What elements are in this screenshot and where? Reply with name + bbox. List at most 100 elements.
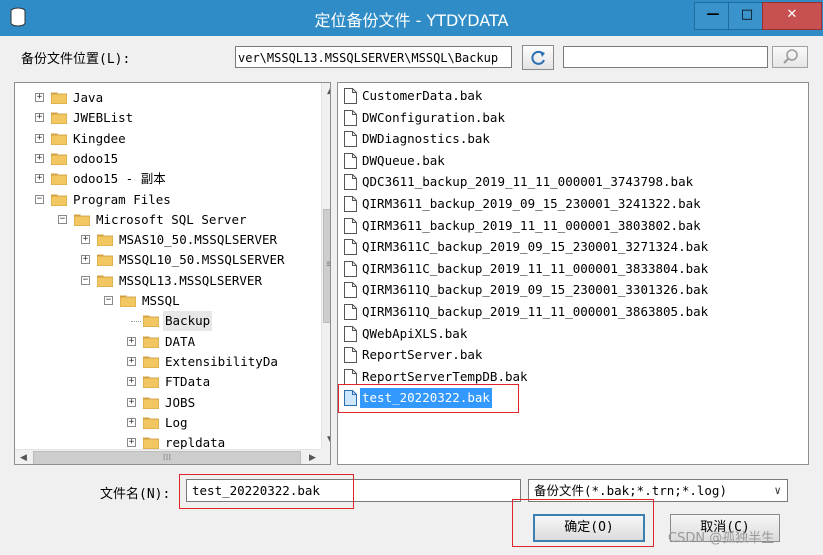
filetype-select[interactable]: 备份文件(*.bak;*.trn;*.log) ∨	[528, 479, 788, 502]
location-path-input[interactable]: ver\MSSQL13.MSSQLSERVER\MSSQL\Backup	[235, 46, 512, 68]
tree-item-label: Microsoft SQL Server	[96, 211, 247, 227]
tree-item-label: Java	[73, 90, 104, 105]
tree-item[interactable]: + Java	[35, 88, 315, 108]
collapse-icon[interactable]: −	[35, 194, 44, 204]
file-icon	[344, 217, 357, 234]
folder-tree[interactable]: + Java + JWEBList + Kingdee + odoo15 + odoo15 - 副…	[14, 82, 331, 465]
folder-icon	[143, 397, 159, 409]
expand-icon[interactable]: +	[35, 174, 44, 184]
file-list-item[interactable]: CustomerData.bak	[342, 86, 802, 106]
scroll-up-arrow-icon[interactable]: ▲	[322, 83, 330, 100]
file-list-item[interactable]: test_20220322.bak	[342, 388, 802, 409]
file-list-item[interactable]: QIRM3611_backup_2019_11_11_000001_380380…	[342, 216, 802, 236]
close-button[interactable]: ✕	[762, 2, 822, 30]
ok-button[interactable]: 确定(O)	[533, 514, 645, 542]
file-list-item[interactable]: QWebApiXLS.bak	[342, 324, 802, 344]
tree-item-label: Program Files	[73, 191, 171, 207]
collapse-icon[interactable]: −	[104, 296, 113, 305]
file-list-item[interactable]: DWDiagnostics.bak	[342, 129, 802, 149]
file-icon	[344, 260, 357, 277]
collapse-icon[interactable]: −	[81, 275, 90, 285]
title-bar: 定位备份文件 - YTDYDATA — □ ✕	[0, 0, 823, 36]
search-icon	[783, 49, 798, 64]
tree-item-label: FTData	[165, 374, 211, 390]
expand-icon[interactable]: +	[127, 438, 136, 448]
tree-item[interactable]: + odoo15	[35, 149, 315, 169]
file-list-item[interactable]: QIRM3611C_backup_2019_09_15_230001_32713…	[342, 237, 802, 257]
expand-icon[interactable]: +	[127, 417, 136, 427]
tree-item-label: MSSQL	[142, 293, 180, 308]
tree-item[interactable]: Backup	[127, 311, 315, 332]
file-list-item[interactable]: QIRM3611Q_backup_2019_11_11_000001_38638…	[342, 302, 802, 322]
tree-item-label: odoo15 - 副本	[73, 171, 166, 187]
file-icon	[344, 282, 357, 299]
tree-item[interactable]: + Log	[127, 413, 315, 433]
tree-item[interactable]: − Microsoft SQL Server	[58, 210, 315, 230]
file-list-item[interactable]: QDC3611_backup_2019_11_11_000001_3743798…	[342, 172, 802, 192]
minimize-button[interactable]: —	[694, 2, 732, 30]
file-list-item[interactable]: DWQueue.bak	[342, 151, 802, 171]
search-button[interactable]	[772, 46, 808, 68]
search-input[interactable]	[563, 46, 768, 68]
tree-item-label: Backup	[163, 311, 213, 332]
file-list-item[interactable]: ReportServer.bak	[342, 345, 802, 365]
file-list-item[interactable]: QIRM3611Q_backup_2019_09_15_230001_33013…	[342, 280, 802, 300]
refresh-icon	[531, 50, 545, 65]
file-list-item[interactable]: DWConfiguration.bak	[342, 108, 802, 128]
scroll-thumb[interactable]: ≡	[323, 209, 330, 323]
file-icon	[344, 88, 357, 104]
expand-icon[interactable]: +	[35, 153, 44, 163]
expand-icon[interactable]: +	[35, 93, 44, 102]
file-list-item[interactable]: QIRM3611C_backup_2019_11_11_000001_38338…	[342, 259, 802, 279]
tree-item[interactable]: + JOBS	[127, 393, 315, 413]
folder-icon	[120, 295, 136, 307]
tree-item[interactable]: + FTData	[127, 372, 315, 392]
expand-icon[interactable]: +	[127, 397, 136, 407]
folder-icon	[74, 214, 90, 226]
tree-item[interactable]: − MSSQL13.MSSQLSERVER	[81, 271, 315, 291]
tree-item[interactable]: − Program Files	[35, 190, 315, 210]
file-list[interactable]: CustomerData.bak DWConfiguration.bak DWDia…	[337, 82, 809, 465]
folder-icon	[97, 275, 113, 287]
tree-vertical-scrollbar[interactable]: ▲ ≡ ▼	[321, 83, 330, 449]
tree-connector	[131, 321, 141, 323]
folder-icon	[143, 336, 159, 348]
expand-icon[interactable]: +	[35, 113, 44, 123]
file-icon	[344, 390, 357, 407]
tree-item[interactable]: − MSSQL	[104, 291, 315, 311]
file-icon	[344, 196, 357, 212]
tree-item[interactable]: + ExtensibilityDa	[127, 352, 315, 372]
maximize-button[interactable]: □	[728, 2, 766, 30]
expand-icon[interactable]: +	[35, 133, 44, 143]
expand-icon[interactable]: +	[127, 336, 136, 346]
scroll-left-arrow-icon[interactable]: ◀	[15, 450, 32, 464]
expand-icon[interactable]: +	[127, 356, 136, 366]
expand-icon[interactable]: +	[81, 235, 90, 245]
tree-item[interactable]: + JWEBList	[35, 108, 315, 128]
tree-item-label: JWEBList	[73, 110, 134, 126]
hscroll-thumb[interactable]: ⁞⁞⁞	[33, 451, 301, 464]
filename-input[interactable]: test_20220322.bak	[186, 479, 521, 502]
tree-item[interactable]: + DATA	[127, 332, 315, 352]
tree-item[interactable]: + MSSQL10_50.MSSQLSERVER	[81, 250, 315, 270]
expand-icon[interactable]: +	[81, 255, 90, 265]
tree-item[interactable]: + MSAS10_50.MSSQLSERVER	[81, 230, 315, 250]
file-icon	[344, 239, 357, 256]
tree-item[interactable]: + Kingdee	[35, 129, 315, 149]
tree-horizontal-scrollbar[interactable]: ◀ ⁞⁞⁞ ▶	[15, 449, 321, 464]
file-list-item[interactable]: ReportServerTempDB.bak	[342, 367, 802, 387]
folder-icon	[51, 194, 67, 206]
file-icon	[344, 325, 357, 342]
collapse-icon[interactable]: −	[58, 214, 67, 224]
file-name-label: QIRM3611C_backup_2019_11_11_000001_38338…	[362, 260, 709, 276]
folder-icon	[143, 376, 159, 389]
folder-icon	[143, 356, 159, 368]
file-icon	[344, 174, 357, 191]
tree-item[interactable]: + odoo15 - 副本	[35, 169, 315, 189]
refresh-button[interactable]	[522, 45, 554, 70]
file-icon	[344, 304, 357, 320]
scroll-down-arrow-icon[interactable]: ▼	[322, 432, 330, 449]
expand-icon[interactable]: +	[127, 377, 136, 387]
scroll-right-arrow-icon[interactable]: ▶	[304, 450, 321, 464]
file-list-item[interactable]: QIRM3611_backup_2019_09_15_230001_324132…	[342, 194, 802, 214]
